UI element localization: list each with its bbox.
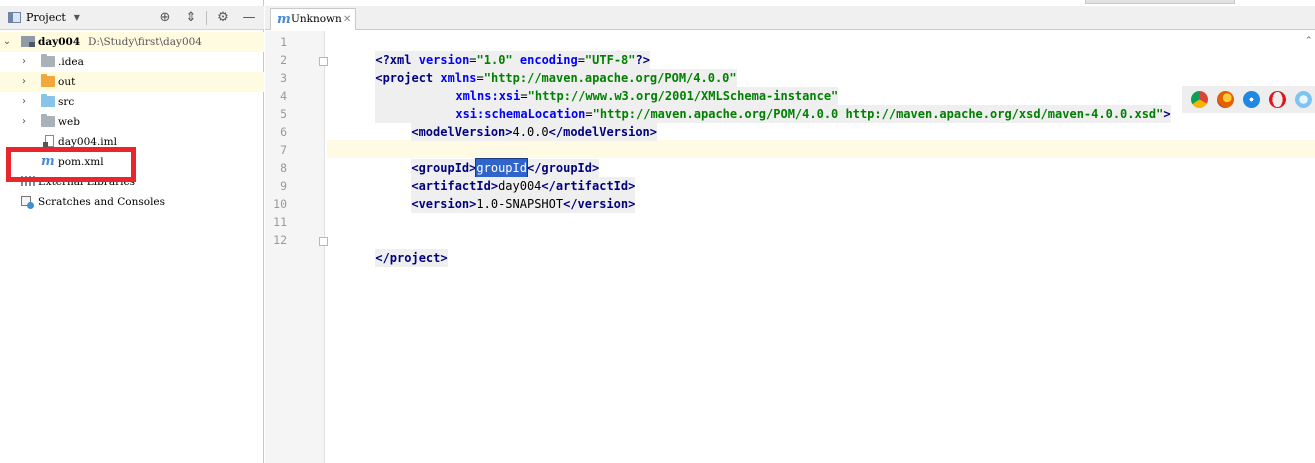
chevron-down-icon[interactable]: ⌄ [2,32,12,52]
editor-area: m Unknown ✕ 1 2 3 4 5 6 7 8 9 10 11 12 <… [265,0,1315,463]
folder-icon [41,54,55,67]
tag-close: </modelVersion> [548,125,658,139]
chevron-right-icon[interactable]: › [19,92,29,112]
line-number: 12 [273,233,287,247]
line-number: 11 [273,215,287,229]
tree-item-out[interactable]: › out [0,72,264,92]
module-path: D:\Study\first\day004 [88,36,202,48]
editor-scroll-up-icon[interactable]: ⌃ [1305,36,1313,46]
line-number: 6 [280,125,287,139]
tree-item-label: web [58,116,80,128]
project-view-label: Project [26,11,66,24]
code-line-7: <groupId>groupId</groupId> [368,141,600,178]
safari-icon[interactable] [1243,91,1260,108]
gear-icon[interactable]: ⚙ [215,10,231,26]
tree-item-label: day004 [38,36,81,48]
line-number-gutter: 1 2 3 4 5 6 7 8 9 10 11 12 [265,31,328,463]
tree-item-label: out [58,76,76,88]
code-line-2: <project xmlns="http://maven.apache.org/… [332,51,737,87]
line-number: 10 [273,197,287,211]
chevron-right-icon[interactable]: › [19,112,29,132]
tag-close: > [1163,107,1171,121]
folder-icon [41,74,55,87]
line-number: 1 [280,35,287,49]
project-tool-window: Project ▼ ⊕ ⇕ ⚙ — ⌄ day004 D:\Study\firs… [0,0,264,463]
code-line-5: <modelVersion>4.0.0</modelVersion> [368,105,658,141]
line-number: 3 [280,71,287,85]
code-line-1: <?xml version="1.0" encoding="UTF-8"?> [332,33,650,69]
open-in-browser-bar [1182,86,1315,113]
tag-close: </project> [375,251,448,265]
attr-value: "http://maven.apache.org/POM/4.0.0 http:… [592,107,1164,121]
tree-item-label: Scratches and Consoles [38,196,166,208]
tag-text: 4.0.0 [512,125,549,139]
tree-item-label: .idea [58,56,84,68]
line-number: 2 [280,53,287,67]
tree-item-idea[interactable]: › .idea [0,52,264,72]
line-number: 8 [280,161,287,175]
code-line-4: xsi:schemaLocation="http://maven.apache.… [332,87,1171,123]
tab-unknown[interactable]: m Unknown ✕ [270,8,356,30]
scratches-icon [21,196,34,209]
locate-target-icon[interactable]: ⊕ [157,10,173,26]
code-line-3: xmlns:xsi="http://www.w3.org/2001/XMLSch… [332,69,839,105]
tab-label: Unknown [291,13,342,25]
project-toolbar: Project ▼ ⊕ ⇕ ⚙ — [0,6,264,30]
chevron-down-icon: ▼ [73,13,80,22]
tag-close: </version> [563,197,636,211]
tree-item-src[interactable]: › src [0,92,264,112]
firefox-icon[interactable] [1217,91,1234,108]
hide-panel-icon[interactable]: — [241,10,257,26]
tree-item-label: src [58,96,75,108]
line-number: 9 [280,179,287,193]
toolbar-separator [206,11,207,25]
line-number: 7 [280,143,287,157]
project-view-selector[interactable]: Project ▼ [8,11,80,24]
line-number: 5 [280,107,287,121]
maven-file-icon: m [277,12,291,27]
tag-open: <version> [411,197,477,211]
tree-item-web[interactable]: › web [0,112,264,132]
module-folder-icon [21,36,35,47]
ie-icon[interactable] [1295,91,1312,108]
editor-tab-bar: m Unknown ✕ [265,6,1315,30]
tag-text: 1.0-SNAPSHOT [476,197,564,211]
folder-icon [41,114,55,127]
folder-icon [41,94,55,107]
chevron-right-icon[interactable]: › [19,72,29,92]
close-icon[interactable]: ✕ [343,9,351,30]
collapse-all-icon[interactable]: ⇕ [183,10,199,26]
annotation-highlight-box [6,147,136,182]
code-line-12: </project> [332,231,448,267]
iml-file-icon [43,135,54,147]
code-editor[interactable]: <?xml version="1.0" encoding="UTF-8"?> <… [327,31,1315,463]
project-window-icon [8,12,21,23]
chrome-icon[interactable] [1191,91,1208,108]
opera-icon[interactable] [1269,91,1286,108]
chevron-right-icon[interactable]: › [19,52,29,72]
code-line-8: <artifactId>day004</artifactId> [368,159,636,195]
horizontal-scrollbar[interactable] [1085,0,1235,4]
tree-item-scratches[interactable]: Scratches and Consoles [0,192,264,212]
tag-open: <modelVersion> [411,125,513,139]
line-number: 4 [280,89,287,103]
tree-item-day004[interactable]: ⌄ day004 D:\Study\first\day004 [0,32,264,52]
code-line-9: <version>1.0-SNAPSHOT</version> [368,177,636,213]
